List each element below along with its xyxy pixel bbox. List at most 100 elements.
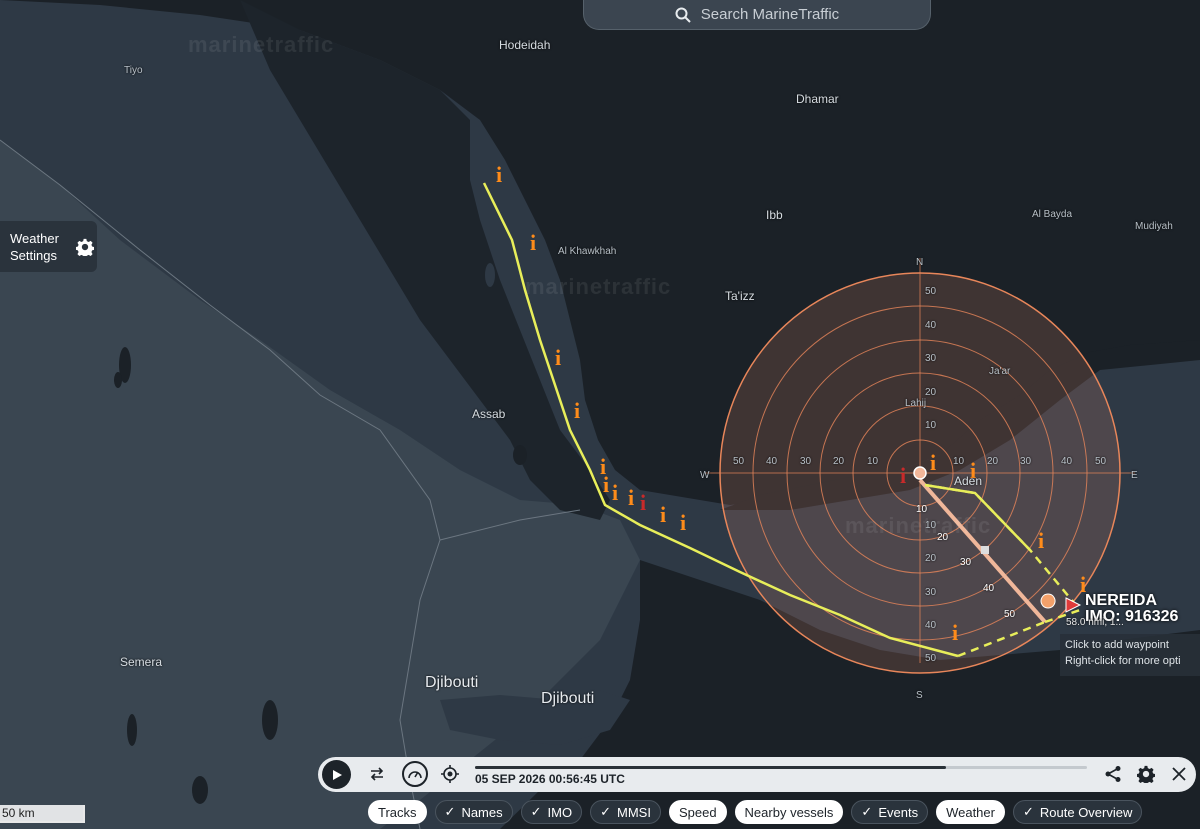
timeline-slider[interactable] [475, 766, 1087, 769]
ring-label-n50: 50 [925, 286, 937, 297]
weather-settings-button[interactable]: Weather Settings [0, 221, 97, 272]
chip-label: Nearby vessels [744, 804, 834, 820]
place-djibouti-country: Djibouti [425, 674, 479, 691]
svg-text:i: i [640, 490, 646, 515]
place-dhamar: Dhamar [796, 92, 839, 106]
ring-label-s10: 10 [925, 520, 937, 531]
ring-label-w30: 30 [800, 456, 812, 467]
chip-label: Route Overview [1039, 804, 1133, 820]
place-hodeidah: Hodeidah [499, 38, 551, 52]
place-aden: Aden [954, 474, 983, 488]
map-canvas[interactable]: iii iii i ii ii i iii ii [0, 0, 1200, 829]
compass-s: S [916, 690, 923, 701]
svg-text:i: i [612, 480, 618, 505]
bearing-tick-40: 40 [983, 583, 995, 594]
chip-label: IMO [547, 804, 573, 820]
chip-imo[interactable]: ✓ IMO [520, 800, 583, 824]
chip-label: Names [461, 804, 503, 820]
ring-label-n40: 40 [925, 320, 937, 331]
chip-route-overview[interactable]: ✓ Route Overview [1012, 800, 1143, 824]
svg-text:i: i [628, 485, 634, 510]
ring-label-w10: 10 [867, 456, 879, 467]
chip-events[interactable]: ✓ Events [851, 800, 929, 824]
ring-label-w50: 50 [733, 456, 745, 467]
svg-text:i: i [952, 620, 958, 645]
speedometer-icon [408, 771, 422, 779]
bearing-tick-30: 30 [960, 557, 972, 568]
vessel-distance: 58.0 nmi, 1... [1066, 617, 1124, 628]
svg-text:i: i [603, 472, 609, 497]
locate-button[interactable] [439, 763, 461, 785]
check-icon: ✓ [444, 804, 456, 819]
chip-label: Speed [678, 804, 717, 820]
place-semera: Semera [120, 655, 163, 669]
place-al-khawkhah: Al Khawkhah [558, 246, 617, 257]
bearing-tick-20: 20 [937, 532, 949, 543]
tooltip-line-1: Click to add waypoint [1065, 639, 1169, 651]
svg-text:i: i [1038, 528, 1044, 553]
close-button[interactable] [1168, 763, 1190, 785]
place-jaar: Ja'ar [989, 366, 1011, 377]
check-icon: ✓ [530, 804, 542, 819]
weather-settings-label-2: Settings [10, 247, 57, 263]
search-bar[interactable]: Search MarineTraffic [583, 0, 931, 30]
bearing-tick-50: 50 [1004, 609, 1016, 620]
chip-names[interactable]: ✓ Names [434, 800, 513, 824]
watermark-radar: marinetraffic [845, 513, 992, 538]
settings-button[interactable] [1135, 763, 1157, 785]
svg-text:i: i [930, 450, 936, 475]
gear-icon [76, 238, 94, 256]
svg-text:i: i [680, 510, 686, 535]
ring-label-e20: 20 [987, 456, 999, 467]
playback-bar: 05 SEP 2026 00:56:45 UTC [318, 757, 1196, 792]
ring-label-e30: 30 [1020, 456, 1032, 467]
chip-tracks[interactable]: Tracks [368, 800, 427, 824]
chip-label: Weather [946, 804, 995, 820]
chip-label: Tracks [378, 804, 417, 820]
chip-mmsi[interactable]: ✓ MMSI [590, 800, 661, 824]
ring-label-n10: 10 [925, 420, 937, 431]
play-button[interactable] [322, 760, 351, 789]
swap-arrows-icon [370, 767, 384, 781]
ring-label-n20: 20 [925, 387, 937, 398]
ring-label-e10: 10 [953, 456, 965, 467]
svg-text:i: i [530, 230, 536, 255]
check-icon: ✓ [861, 804, 873, 819]
weather-settings-label-1: Weather [10, 230, 59, 246]
svg-text:i: i [496, 162, 502, 187]
ring-label-s50: 50 [925, 653, 937, 664]
chip-label: Events [878, 804, 919, 820]
share-button[interactable] [1102, 763, 1124, 785]
gear-icon [1137, 765, 1155, 783]
watermark-mid: marinetraffic [525, 274, 672, 299]
compass-e: E [1131, 470, 1138, 481]
ring-label-w40: 40 [766, 456, 778, 467]
check-icon: ✓ [600, 804, 611, 819]
ring-label-s40: 40 [925, 620, 937, 631]
ring-label-s20: 20 [925, 553, 937, 564]
svg-text:i: i [900, 463, 906, 488]
check-icon: ✓ [1022, 804, 1034, 819]
chip-weather[interactable]: Weather [936, 800, 1005, 824]
tooltip-line-2: Right-click for more opti [1065, 655, 1181, 667]
svg-text:i: i [660, 502, 666, 527]
speed-button[interactable] [402, 761, 428, 787]
bearing-tick-10: 10 [916, 504, 928, 515]
ring-label-e50: 50 [1095, 456, 1107, 467]
swap-button[interactable] [366, 763, 388, 785]
chip-speed[interactable]: Speed [668, 800, 727, 824]
compass-w: W [700, 470, 710, 481]
vessel-name: NEREIDA [1085, 592, 1158, 609]
timeline-progress [475, 766, 947, 769]
ring-label-n30: 30 [925, 353, 937, 364]
ring-label-e40: 40 [1061, 456, 1073, 467]
ring-label-s30: 30 [925, 587, 937, 598]
ring-label-w20: 20 [833, 456, 845, 467]
chip-nearby-vessels[interactable]: Nearby vessels [734, 800, 844, 824]
map-scale: 50 km [0, 805, 85, 823]
place-taizz: Ta'izz [725, 289, 755, 303]
place-ibb: Ibb [766, 208, 783, 222]
place-djibouti-city: Djibouti [541, 690, 595, 707]
search-icon [675, 7, 691, 23]
svg-text:i: i [574, 398, 580, 423]
